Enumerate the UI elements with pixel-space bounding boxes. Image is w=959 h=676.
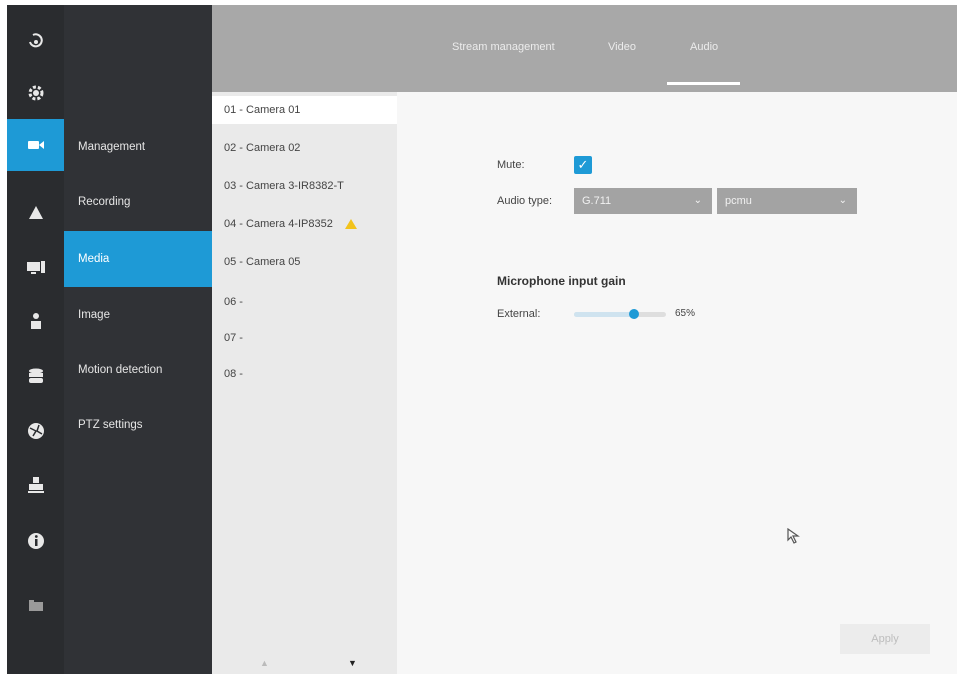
camera-label: 07 -: [224, 332, 243, 344]
nav-item-label: Motion detection: [78, 364, 163, 376]
alarm-bell-icon[interactable]: [7, 187, 64, 239]
tab-audio[interactable]: Audio: [690, 41, 718, 53]
nav-item-recording[interactable]: Recording: [64, 176, 212, 228]
storage-database-icon[interactable]: [7, 351, 64, 403]
checkmark-icon: ✓: [577, 157, 589, 172]
folder-icon[interactable]: [7, 579, 64, 631]
scroll-up-icon[interactable]: ▲: [260, 658, 269, 668]
mute-label: Mute:: [497, 159, 525, 171]
external-label: External:: [497, 308, 541, 320]
nav-item-label: PTZ settings: [78, 419, 143, 431]
chevron-down-icon: ⌄: [838, 195, 847, 206]
nav-item-image[interactable]: Image: [64, 289, 212, 341]
camera-list-item[interactable]: 08 -: [212, 360, 397, 388]
gain-value: 65%: [675, 308, 696, 319]
nav-item-media[interactable]: Media: [64, 231, 212, 287]
display-icon[interactable]: [7, 241, 64, 293]
apply-button[interactable]: Apply: [840, 624, 930, 654]
camera-label: 01 - Camera 01: [224, 104, 301, 116]
camera-list-item[interactable]: 02 - Camera 02: [212, 134, 397, 162]
tab-video[interactable]: Video: [608, 41, 636, 53]
section-title: Microphone input gain: [497, 274, 626, 288]
active-tab-indicator: [667, 82, 740, 85]
warning-icon: [344, 219, 357, 229]
gain-slider[interactable]: [574, 309, 666, 319]
icon-rail: [7, 5, 64, 674]
camera-label: 03 - Camera 3-IR8382-T: [224, 180, 344, 192]
camera-label: 04 - Camera 4-IP8352: [224, 218, 333, 230]
camera-list-item[interactable]: 04 - Camera 4-IP8352: [212, 210, 397, 238]
nav-item-label: Media: [78, 253, 110, 265]
settings-nav: Management Recording Media Image Motion …: [64, 5, 212, 674]
mouse-cursor-icon: [787, 528, 800, 544]
camera-list-item[interactable]: 07 -: [212, 324, 397, 352]
camera-list-item[interactable]: 06 -: [212, 288, 397, 316]
codec-value: G.711: [582, 195, 612, 207]
camera-list: 01 - Camera 01 02 - Camera 02 03 - Camer…: [212, 92, 397, 674]
camera-label: 05 - Camera 05: [224, 256, 301, 268]
gain-slider-handle[interactable]: [628, 309, 639, 319]
nav-item-label: Image: [78, 309, 110, 321]
mode-select[interactable]: pcmu ⌄: [717, 188, 857, 214]
tab-bar: Stream management Video Audio: [212, 5, 957, 92]
scroll-down-icon[interactable]: ▼: [348, 658, 357, 668]
audio-type-label: Audio type:: [497, 195, 553, 207]
camera-label: 02 - Camera 02: [224, 142, 301, 154]
camera-list-item[interactable]: 01 - Camera 01: [212, 96, 397, 124]
nav-item-management[interactable]: Management: [64, 121, 212, 173]
audio-settings-panel: Mute: ✓ Audio type: G.711 ⌄ pcmu ⌄ Micro…: [397, 92, 957, 674]
user-icon[interactable]: [7, 295, 64, 347]
live-view-icon[interactable]: [7, 15, 64, 67]
chevron-down-icon: ⌄: [693, 195, 702, 206]
network-globe-icon[interactable]: [7, 405, 64, 457]
nav-item-motion-detection[interactable]: Motion detection: [64, 344, 212, 396]
print-system-icon[interactable]: [7, 459, 64, 511]
nav-item-ptz-settings[interactable]: PTZ settings: [64, 399, 212, 451]
info-icon[interactable]: [7, 515, 64, 567]
camera-list-item[interactable]: 03 - Camera 3-IR8382-T: [212, 172, 397, 200]
settings-gear-icon[interactable]: [7, 67, 64, 119]
nav-item-label: Recording: [78, 196, 131, 208]
mode-value: pcmu: [725, 195, 752, 207]
tab-stream-management[interactable]: Stream management: [452, 41, 555, 53]
codec-select[interactable]: G.711 ⌄: [574, 188, 712, 214]
camera-list-item[interactable]: 05 - Camera 05: [212, 248, 397, 276]
camera-label: 08 -: [224, 368, 243, 380]
app-window: Management Recording Media Image Motion …: [7, 5, 957, 674]
video-camera-icon[interactable]: [7, 119, 64, 171]
camera-label: 06 -: [224, 296, 243, 308]
gain-slider-fill: [574, 312, 634, 317]
nav-item-label: Management: [78, 141, 146, 153]
mute-checkbox[interactable]: ✓: [574, 156, 592, 174]
